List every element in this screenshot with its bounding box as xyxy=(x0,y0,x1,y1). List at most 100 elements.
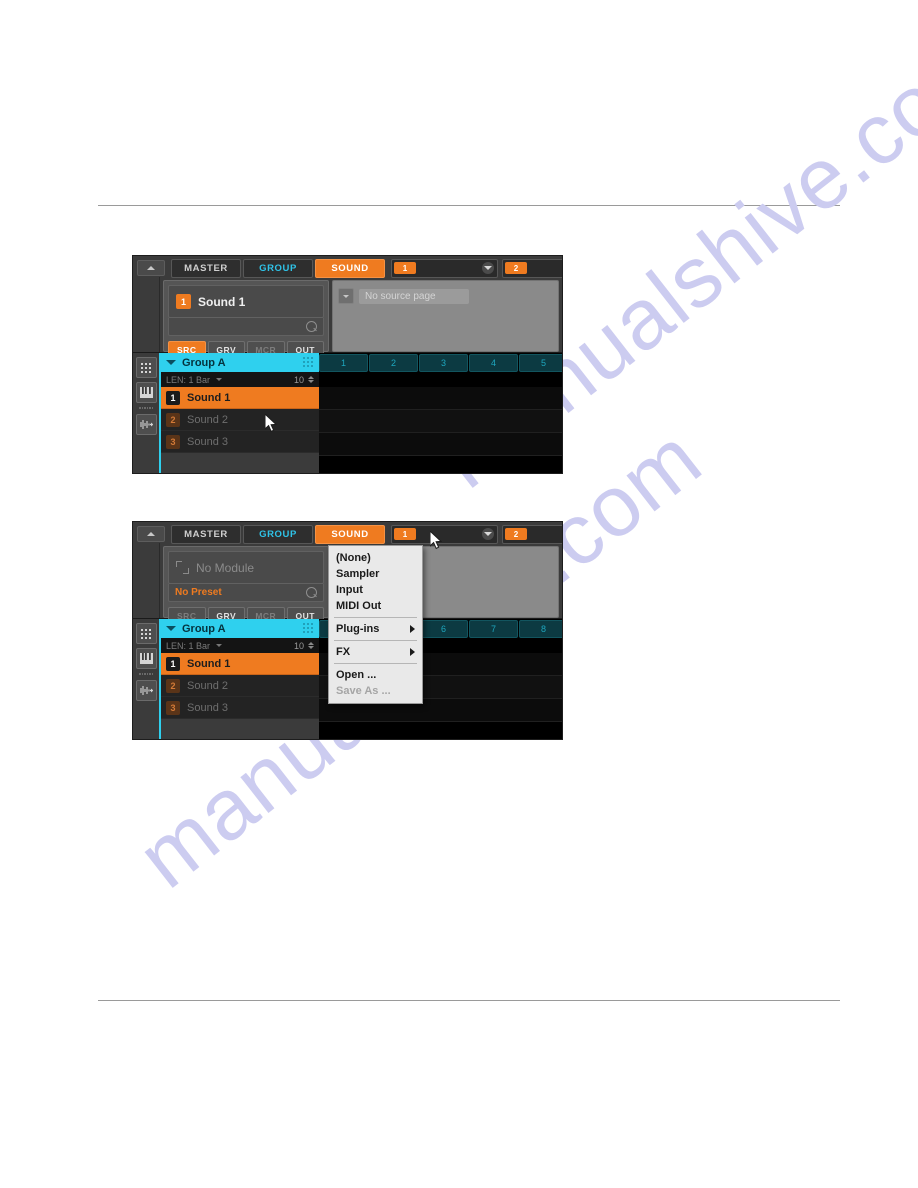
group-name: Group A xyxy=(182,356,226,369)
pattern-slot[interactable]: 5 xyxy=(519,354,562,372)
menu-item-label: Open ... xyxy=(336,669,377,681)
sound-label: Sound 3 xyxy=(187,435,228,448)
drag-dots-icon[interactable] xyxy=(303,357,314,368)
module-slot[interactable]: 1 Sound 1 xyxy=(168,285,324,318)
pattern-length-value: 10 xyxy=(293,640,304,651)
menu-item-label: MIDI Out xyxy=(336,600,382,612)
pattern-slot[interactable]: 6 xyxy=(419,620,468,638)
menu-item-none[interactable]: (None) xyxy=(329,550,422,566)
list-item[interactable]: 2 Sound 2 xyxy=(161,409,319,431)
submenu-arrow-icon xyxy=(410,625,415,633)
pattern-row[interactable] xyxy=(319,410,562,433)
module-context-menu[interactable]: (None) Sampler Input MIDI Out Plug-ins F… xyxy=(328,545,423,704)
menu-item-label: FX xyxy=(336,646,351,658)
menu-item-open[interactable]: Open ... xyxy=(329,667,422,683)
module-slot[interactable]: No Module xyxy=(168,551,324,584)
waveform-icon[interactable] xyxy=(135,680,157,701)
list-item[interactable]: 3 Sound 3 xyxy=(161,697,319,719)
menu-separator xyxy=(334,617,417,618)
caret-down-icon[interactable] xyxy=(166,360,176,365)
chevron-down-icon[interactable] xyxy=(482,262,494,274)
group-header[interactable]: Group A xyxy=(161,619,319,638)
divider-dots xyxy=(139,673,153,676)
source-page-field[interactable]: No source page xyxy=(359,288,469,304)
keyboard-icon[interactable] xyxy=(135,648,157,669)
tab-master[interactable]: MASTER xyxy=(171,258,241,278)
caret-down-icon[interactable] xyxy=(216,644,223,647)
tab-master[interactable]: MASTER xyxy=(171,524,241,544)
pattern-slot[interactable]: 3 xyxy=(419,354,468,372)
magnifier-icon[interactable] xyxy=(306,587,317,598)
sound-index: 2 xyxy=(166,678,180,693)
spinner-updown-icon[interactable] xyxy=(308,642,314,649)
preset-slot[interactable] xyxy=(168,318,324,336)
top-toolbar: MASTER GROUP SOUND 1 2 xyxy=(133,522,562,544)
pattern-length-label: LEN: 1 Bar xyxy=(166,374,211,385)
menu-item-label: Input xyxy=(336,584,363,596)
slot-number-1: 1 xyxy=(394,262,416,274)
menu-item-sampler[interactable]: Sampler xyxy=(329,566,422,582)
menu-item-input[interactable]: Input xyxy=(329,582,422,598)
magnifier-icon[interactable] xyxy=(306,321,317,332)
tab-sound[interactable]: SOUND xyxy=(315,524,385,544)
collapse-button[interactable] xyxy=(137,260,165,276)
menu-item-midi-out[interactable]: MIDI Out xyxy=(329,598,422,614)
preset-name: No Preset xyxy=(175,587,222,598)
pattern-row[interactable] xyxy=(319,387,562,410)
pattern-slot[interactable]: 8 xyxy=(519,620,562,638)
menu-item-save-as: Save As ... xyxy=(329,683,422,699)
pattern-length-row[interactable]: LEN: 1 Bar 10 xyxy=(161,638,319,653)
view-icon-bar xyxy=(133,353,159,473)
list-item[interactable]: 1 Sound 1 xyxy=(161,387,319,409)
drag-dots-icon[interactable] xyxy=(303,623,314,634)
control-strip-row: 1 Sound 1 SRC GRV MCR OUT No source page xyxy=(133,277,562,358)
chevron-down-icon[interactable] xyxy=(482,528,494,540)
pattern-slot[interactable]: 2 xyxy=(369,354,418,372)
pad-grid-icon[interactable] xyxy=(135,357,157,378)
sound-index: 2 xyxy=(166,412,180,427)
slot-number-2: 2 xyxy=(505,528,527,540)
list-item[interactable]: 2 Sound 2 xyxy=(161,675,319,697)
slot-selector-1[interactable]: 1 xyxy=(391,258,498,278)
slot-selector-2[interactable]: 2 xyxy=(502,258,562,278)
menu-separator xyxy=(334,640,417,641)
sound-list-column: Group A LEN: 1 Bar 10 1 Sound 1 2 Sound … xyxy=(159,353,319,473)
pattern-slot[interactable]: 4 xyxy=(469,354,518,372)
pattern-row[interactable] xyxy=(319,433,562,456)
tab-group[interactable]: GROUP xyxy=(243,258,313,278)
page-rule-bottom xyxy=(98,1000,840,1001)
triangle-up-icon xyxy=(147,266,155,270)
pad-grid-icon[interactable] xyxy=(135,623,157,644)
caret-down-icon[interactable] xyxy=(216,378,223,381)
view-icon-bar xyxy=(133,619,159,739)
collapse-button[interactable] xyxy=(137,526,165,542)
group-name: Group A xyxy=(182,622,226,635)
pattern-slot[interactable]: 7 xyxy=(469,620,518,638)
slot-selector-1[interactable]: 1 xyxy=(391,524,498,544)
screenshot-panel-sound-selected: MASTER GROUP SOUND 1 2 1 Sound 1 SRC GRV xyxy=(132,255,563,474)
sound-list-column: Group A LEN: 1 Bar 10 1 Sound 1 2 Sound … xyxy=(159,619,319,739)
caret-down-icon[interactable] xyxy=(338,288,354,304)
menu-item-fx[interactable]: FX xyxy=(329,644,422,660)
list-item[interactable]: 3 Sound 3 xyxy=(161,431,319,453)
top-toolbar: MASTER GROUP SOUND 1 2 xyxy=(133,256,562,278)
spinner-updown-icon[interactable] xyxy=(308,376,314,383)
tab-group[interactable]: GROUP xyxy=(243,524,313,544)
menu-item-plug-ins[interactable]: Plug-ins xyxy=(329,621,422,637)
pattern-spacer xyxy=(319,372,562,387)
list-item[interactable]: 1 Sound 1 xyxy=(161,653,319,675)
pattern-grid: 1 2 3 4 5 xyxy=(319,353,562,473)
sound-label: Sound 2 xyxy=(187,413,228,426)
keyboard-icon[interactable] xyxy=(135,382,157,403)
slot-number-2: 2 xyxy=(505,262,527,274)
group-header[interactable]: Group A xyxy=(161,353,319,372)
pattern-header: 1 2 3 4 5 xyxy=(319,353,562,372)
preset-slot[interactable]: No Preset xyxy=(168,584,324,602)
pattern-slot[interactable]: 1 xyxy=(319,354,368,372)
tab-sound[interactable]: SOUND xyxy=(315,258,385,278)
source-page-pane: No source page xyxy=(332,280,559,352)
pattern-length-row[interactable]: LEN: 1 Bar 10 xyxy=(161,372,319,387)
waveform-icon[interactable] xyxy=(135,414,157,435)
slot-selector-2[interactable]: 2 xyxy=(502,524,562,544)
caret-down-icon[interactable] xyxy=(166,626,176,631)
